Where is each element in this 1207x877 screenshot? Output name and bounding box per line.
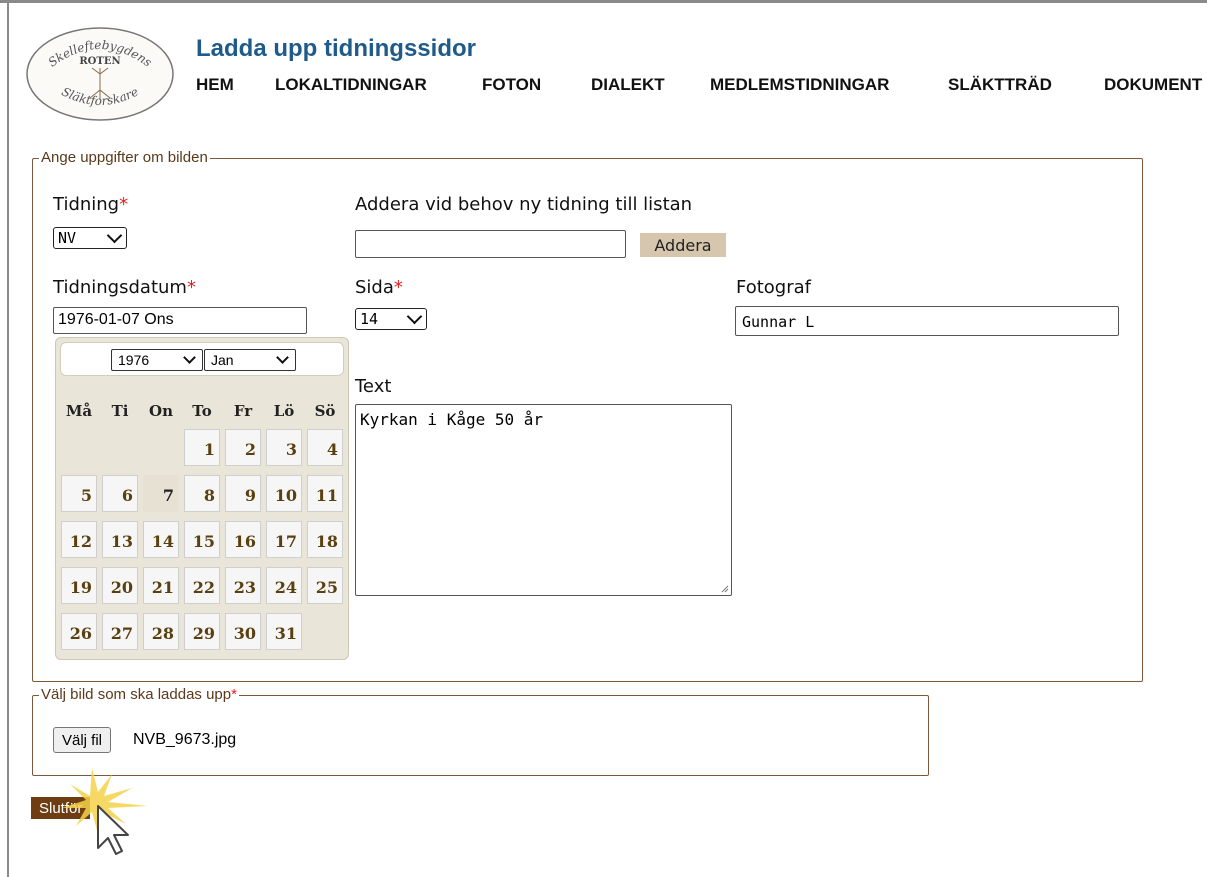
weekday-label: On (149, 402, 173, 420)
window-frame-top (0, 0, 1207, 3)
weekday-label: Ti (111, 402, 129, 420)
nav-item-dokument[interactable]: DOKUMENT (1104, 75, 1202, 95)
calendar-day[interactable]: 23 (225, 567, 261, 604)
page-title: Ladda upp tidningssidor (196, 35, 476, 62)
calendar-day[interactable]: 25 (307, 567, 343, 604)
date-label: Tidningsdatum* (53, 277, 196, 298)
newspaper-label: Tidning* (53, 194, 129, 215)
calendar-year-select[interactable]: 1976 (111, 349, 203, 371)
calendar-day[interactable]: 10 (266, 475, 302, 512)
text-label: Text (355, 376, 392, 397)
photographer-label: Fotograf (736, 277, 811, 298)
weekday-label: Fr (233, 402, 253, 420)
page-label: Sida* (355, 277, 403, 298)
window-frame-left (7, 3, 9, 877)
weekday-label: Lö (273, 402, 295, 420)
calendar-day[interactable]: 14 (143, 521, 179, 558)
calendar-day[interactable]: 19 (61, 567, 97, 604)
calendar-day[interactable]: 5 (61, 475, 97, 512)
calendar-day[interactable]: 13 (102, 521, 138, 558)
calendar-day[interactable]: 28 (143, 613, 179, 650)
newspaper-select[interactable]: NV (53, 227, 127, 249)
date-input[interactable]: 1976-01-07 Ons (53, 307, 307, 334)
photographer-input[interactable]: Gunnar L (735, 306, 1119, 336)
weekday-label: Må (65, 402, 93, 420)
upload-legend: Välj bild som ska laddas upp* (41, 686, 237, 703)
calendar-day[interactable]: 9 (225, 475, 261, 512)
calendar-day[interactable]: 6 (102, 475, 138, 512)
calendar-day[interactable]: 18 (307, 521, 343, 558)
calendar-day[interactable]: 30 (225, 613, 261, 650)
nav-item-dialekt[interactable]: DIALEKT (591, 75, 665, 95)
weekday-label: To (192, 402, 212, 420)
page-select[interactable]: 14 (355, 308, 427, 330)
choose-file-button[interactable]: Välj fil (53, 727, 112, 753)
calendar-day[interactable]: 16 (225, 521, 261, 558)
calendar-day[interactable]: 24 (266, 567, 302, 604)
nav-item-hem[interactable]: HEM (196, 75, 234, 95)
add-newspaper-label: Addera vid behov ny tidning till listan (355, 194, 693, 215)
calendar-day[interactable]: 26 (61, 613, 97, 650)
text-textarea[interactable]: Kyrkan i Kåge 50 år (355, 404, 732, 596)
nav-item-lokaltidningar[interactable]: LOKALTIDNINGAR (275, 75, 427, 95)
nav-item-medlemstidningar[interactable]: MEDLEMSTIDNINGAR (710, 75, 889, 95)
calendar-month-select[interactable]: Jan (204, 349, 296, 371)
add-newspaper-button[interactable]: Addera (640, 233, 726, 257)
calendar-day[interactable]: 17 (266, 521, 302, 558)
calendar-day[interactable]: 3 (266, 429, 302, 466)
roten-logo[interactable]: Skelleftebygdens ROTEN Släktforskare (24, 24, 176, 124)
calendar-day[interactable]: 2 (225, 429, 261, 466)
calendar-header: 1976 Jan (60, 342, 344, 376)
calendar-day[interactable]: 4 (307, 429, 343, 466)
resize-handle-icon[interactable] (719, 583, 729, 593)
calendar-day[interactable]: 15 (184, 521, 220, 558)
chevron-down-icon (276, 351, 289, 364)
calendar-day[interactable]: 31 (266, 613, 302, 650)
calendar-day[interactable]: 27 (102, 613, 138, 650)
chevron-down-icon (106, 227, 123, 244)
calendar-day[interactable]: 1 (184, 429, 220, 466)
text-textarea-value: Kyrkan i Kåge 50 år (360, 410, 544, 429)
calendar-day[interactable]: 11 (307, 475, 343, 512)
chevron-down-icon (183, 351, 196, 364)
chevron-down-icon (406, 308, 423, 325)
calendar-day-selected[interactable]: 7 (143, 475, 179, 512)
calendar-day[interactable]: 29 (184, 613, 220, 650)
calendar-day[interactable]: 20 (102, 567, 138, 604)
nav-item-foton[interactable]: FOTON (482, 75, 541, 95)
new-newspaper-input[interactable] (355, 230, 626, 258)
calendar-day[interactable]: 21 (143, 567, 179, 604)
calendar-day[interactable]: 12 (61, 521, 97, 558)
nav-item-slakttrad[interactable]: SLÄKTTRÄD (948, 75, 1052, 95)
logo-text-middle: ROTEN (79, 56, 120, 67)
calendar-day[interactable]: 22 (184, 567, 220, 604)
weekday-label: Sö (314, 402, 336, 420)
date-picker-calendar: 1976 Jan Må Ti On To Fr Lö Sö 1234567891… (55, 337, 349, 660)
details-legend: Ange uppgifter om bilden (41, 149, 208, 166)
selected-filename: NVB_9673.jpg (133, 731, 237, 748)
calendar-day[interactable]: 8 (184, 475, 220, 512)
finish-button[interactable]: Slutför (31, 797, 91, 819)
